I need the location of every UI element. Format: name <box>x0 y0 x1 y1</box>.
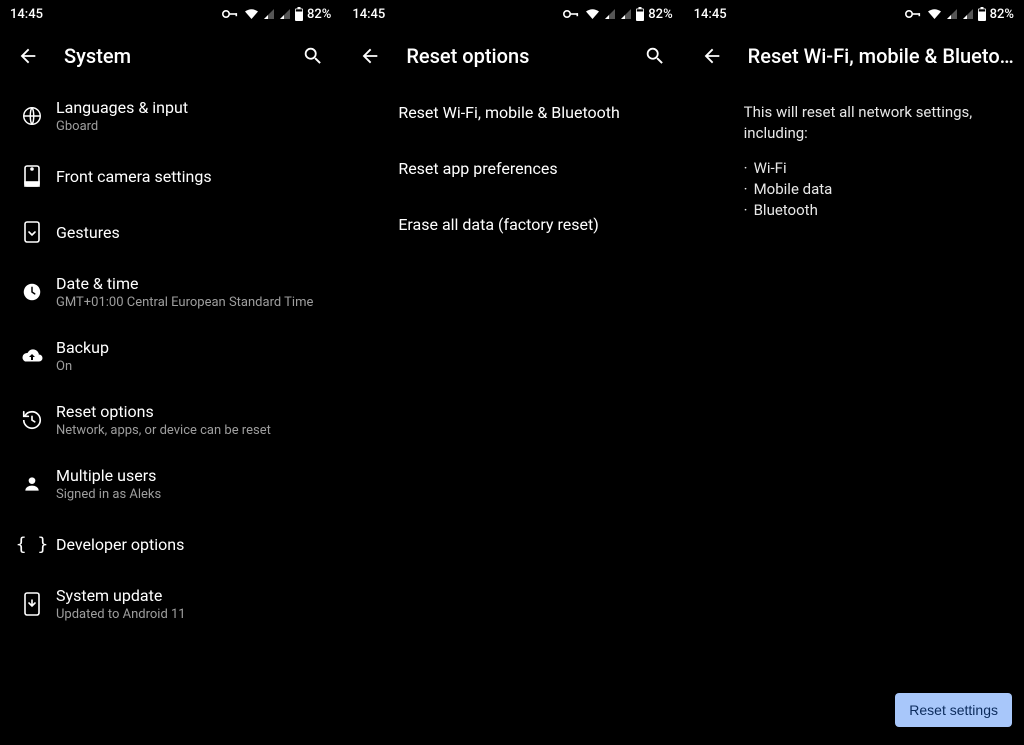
back-button[interactable] <box>350 36 390 76</box>
reset-description: This will reset all network settings, in… <box>744 102 1008 144</box>
restore-icon <box>8 409 56 431</box>
item-title: Reset Wi-Fi, mobile & Bluetooth <box>398 103 666 122</box>
item-front-camera[interactable]: Front camera settings <box>0 148 341 204</box>
battery-icon <box>636 7 644 21</box>
arrow-back-icon <box>701 45 723 67</box>
wifi-icon <box>244 8 259 20</box>
status-time: 14:45 <box>10 7 43 22</box>
item-title: Reset app preferences <box>398 159 666 178</box>
status-icons: 82% <box>222 7 331 22</box>
page-title: System <box>64 44 277 68</box>
item-subtitle: Updated to Android 11 <box>56 607 325 622</box>
item-title: Multiple users <box>56 466 325 485</box>
status-bar: 14:45 82% <box>0 0 341 28</box>
status-battery-pct: 82% <box>990 7 1014 22</box>
item-reset-app-prefs[interactable]: Reset app preferences <box>342 140 682 196</box>
status-icons: 82% <box>905 7 1014 22</box>
app-bar: System <box>0 28 341 84</box>
item-factory-reset[interactable]: Erase all data (factory reset) <box>342 196 682 252</box>
page-title: Reset options <box>406 44 618 68</box>
item-title: Erase all data (factory reset) <box>398 215 666 234</box>
item-backup[interactable]: Backup On <box>0 324 341 388</box>
search-icon <box>302 45 324 67</box>
search-button[interactable] <box>635 36 675 76</box>
bullet-mobile-data: Mobile data <box>744 179 1008 200</box>
arrow-back-icon <box>17 45 39 67</box>
settings-list: Languages & input Gboard Front camera se… <box>0 84 341 745</box>
wifi-icon <box>927 8 942 20</box>
signal-2-icon <box>620 8 632 20</box>
signal-2-icon <box>962 8 974 20</box>
reset-settings-button[interactable]: Reset settings <box>895 693 1012 727</box>
item-subtitle: GMT+01:00 Central European Standard Time <box>56 295 325 310</box>
front-camera-icon <box>8 165 56 187</box>
item-subtitle: Signed in as Aleks <box>56 487 325 502</box>
app-bar: Reset options <box>342 28 682 84</box>
gestures-icon <box>8 221 56 243</box>
item-title: Backup <box>56 338 325 357</box>
screen-reset-network: 14:45 82% Reset Wi-Fi, mobile & Blueto… … <box>683 0 1024 745</box>
braces-icon: { } <box>8 534 56 555</box>
cloud-upload-icon <box>8 347 56 365</box>
vpn-key-icon <box>222 9 240 19</box>
back-button[interactable] <box>692 36 732 76</box>
vpn-key-icon <box>905 9 923 19</box>
person-icon <box>8 474 56 494</box>
battery-icon <box>295 7 303 21</box>
signal-2-icon <box>279 8 291 20</box>
reset-bullet-list: Wi-Fi Mobile data Bluetooth <box>744 158 1008 221</box>
reset-network-body: This will reset all network settings, in… <box>684 84 1024 237</box>
reset-options-list: Reset Wi-Fi, mobile & Bluetooth Reset ap… <box>342 84 682 745</box>
item-title: Reset options <box>56 402 325 421</box>
bullet-wifi: Wi-Fi <box>744 158 1008 179</box>
item-gestures[interactable]: Gestures <box>0 204 341 260</box>
clock-icon <box>8 281 56 303</box>
item-title: Languages & input <box>56 98 325 117</box>
status-battery-pct: 82% <box>307 7 331 22</box>
search-button[interactable] <box>293 36 333 76</box>
back-button[interactable] <box>8 36 48 76</box>
search-icon <box>644 45 666 67</box>
item-multiple-users[interactable]: Multiple users Signed in as Aleks <box>0 452 341 516</box>
item-reset-network[interactable]: Reset Wi-Fi, mobile & Bluetooth <box>342 84 682 140</box>
status-bar: 14:45 82% <box>684 0 1024 28</box>
item-title: Developer options <box>56 535 325 554</box>
battery-icon <box>978 7 986 21</box>
item-title: Date & time <box>56 274 325 293</box>
item-subtitle: Gboard <box>56 119 325 134</box>
wifi-icon <box>585 8 600 20</box>
item-subtitle: On <box>56 359 325 374</box>
item-languages-input[interactable]: Languages & input Gboard <box>0 84 341 148</box>
screen-system: 14:45 82% System Languages & input Gboar… <box>0 0 341 745</box>
status-time: 14:45 <box>352 7 385 22</box>
item-title: Gestures <box>56 223 325 242</box>
signal-1-icon <box>946 8 958 20</box>
status-bar: 14:45 82% <box>342 0 682 28</box>
arrow-back-icon <box>359 45 381 67</box>
status-icons: 82% <box>563 7 672 22</box>
status-time: 14:45 <box>694 7 727 22</box>
item-subtitle: Network, apps, or device can be reset <box>56 423 325 438</box>
item-developer-options[interactable]: { } Developer options <box>0 516 341 572</box>
item-title: Front camera settings <box>56 167 325 186</box>
system-update-icon <box>8 592 56 616</box>
item-system-update[interactable]: System update Updated to Android 11 <box>0 572 341 636</box>
signal-1-icon <box>263 8 275 20</box>
globe-icon <box>8 105 56 127</box>
status-battery-pct: 82% <box>648 7 672 22</box>
page-title: Reset Wi-Fi, mobile & Blueto… <box>748 44 1016 68</box>
item-date-time[interactable]: Date & time GMT+01:00 Central European S… <box>0 260 341 324</box>
screen-reset-options: 14:45 82% Reset options Reset Wi-Fi, mob… <box>341 0 682 745</box>
app-bar: Reset Wi-Fi, mobile & Blueto… <box>684 28 1024 84</box>
vpn-key-icon <box>563 9 581 19</box>
item-title: System update <box>56 586 325 605</box>
bullet-bluetooth: Bluetooth <box>744 200 1008 221</box>
signal-1-icon <box>604 8 616 20</box>
item-reset-options[interactable]: Reset options Network, apps, or device c… <box>0 388 341 452</box>
